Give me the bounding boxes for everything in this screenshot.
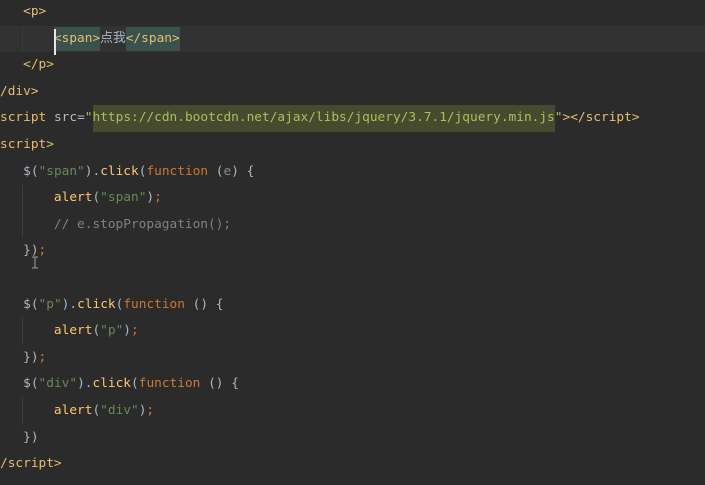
js-punctuation: ( — [92, 190, 101, 206]
attribute-quote: " — [84, 110, 93, 126]
semicolon: ; — [154, 190, 162, 206]
code-line[interactable]: script src = " https://cdn.bootcdn.net/a… — [0, 105, 705, 132]
indent-guide — [22, 398, 24, 425]
function-call: alert — [53, 190, 93, 206]
jquery-dollar: $( — [23, 376, 39, 392]
js-punctuation: ( — [92, 323, 101, 339]
string-literal: "div" — [100, 402, 139, 418]
html-tag: <p> — [23, 4, 47, 19]
parameter: e — [223, 163, 232, 179]
html-tag: script> — [0, 136, 54, 152]
string-literal: "div" — [38, 376, 78, 392]
script-src-url[interactable]: https://cdn.bootcdn.net/ajax/libs/jquery… — [92, 105, 555, 132]
semicolon: ; — [131, 323, 139, 339]
js-punctuation: ). — [61, 296, 78, 312]
keyword-function: function — [138, 376, 201, 392]
js-punctuation: ) — [123, 323, 132, 339]
code-line[interactable]: alert ( "div" ) ; — [0, 398, 705, 425]
string-literal: "p" — [38, 296, 62, 312]
code-line[interactable]: <p> — [0, 0, 705, 26]
jquery-dollar: $( — [23, 296, 39, 312]
html-tag: </p> — [23, 57, 54, 73]
code-line[interactable]: alert ( "p" ) ; — [0, 318, 705, 345]
code-line[interactable]: }) ; — [0, 238, 705, 265]
code-line[interactable]: </p> — [0, 52, 705, 79]
code-comment: // e.stopPropagation(); — [53, 216, 232, 232]
keyword-function: function — [146, 163, 209, 179]
code-line[interactable]: alert ( "span" ) ; — [0, 185, 705, 212]
js-punctuation: ( — [138, 163, 147, 179]
jquery-dollar: $( — [23, 163, 39, 179]
function-call: alert — [53, 402, 93, 418]
html-tag: /div> — [0, 83, 39, 99]
text-cursor-icon — [31, 256, 39, 269]
code-line[interactable]: script> — [0, 132, 705, 159]
js-punctuation: ) — [138, 402, 147, 418]
code-line[interactable]: /div> — [0, 79, 705, 106]
string-literal: "p" — [100, 323, 124, 339]
js-punctuation: () { — [184, 296, 224, 312]
js-punctuation: ( — [208, 163, 224, 179]
indent-guide — [22, 185, 24, 239]
code-line[interactable]: /script> — [0, 451, 705, 478]
code-line[interactable]: $( "div" ). click ( function () { — [0, 371, 705, 398]
html-tag-matched: <span> — [53, 26, 101, 51]
js-punctuation: }) — [23, 349, 39, 365]
js-punctuation: }) — [23, 429, 39, 445]
string-literal: "span" — [38, 163, 85, 179]
semicolon: ; — [146, 402, 155, 418]
code-line[interactable]: // e.stopPropagation(); — [0, 212, 705, 239]
attribute-name: src — [46, 110, 78, 126]
code-editor[interactable]: <p> <span> 点我 </span> </p> /div> script … — [0, 0, 705, 485]
code-line[interactable]: $( "p" ). click ( function () { — [0, 292, 705, 319]
method-name: click — [100, 163, 139, 179]
js-punctuation: ( — [92, 402, 101, 418]
code-line-empty[interactable] — [0, 265, 705, 292]
code-line[interactable]: }) ; — [0, 345, 705, 372]
code-line[interactable]: }) — [0, 425, 705, 452]
attribute-quote: " — [554, 110, 563, 126]
html-tag: ></script> — [562, 110, 640, 126]
js-punctuation: ) — [146, 190, 155, 206]
js-punctuation: ) { — [231, 163, 255, 179]
semicolon: ; — [38, 349, 47, 365]
js-punctuation: ( — [115, 296, 124, 312]
html-tag: script — [0, 110, 47, 126]
keyword-function: function — [123, 296, 185, 312]
js-punctuation: ( — [131, 376, 139, 392]
string-literal: "span" — [100, 190, 147, 206]
html-tag-matched: </span> — [125, 26, 180, 51]
semicolon: ; — [38, 243, 47, 259]
code-line-current[interactable]: <span> 点我 </span> — [0, 25, 705, 56]
js-punctuation: ). — [77, 376, 93, 392]
function-call: alert — [53, 323, 93, 339]
indent-guide — [22, 318, 24, 345]
js-punctuation: ). — [84, 163, 101, 179]
code-content: <p> <span> 点我 </span> </p> /div> script … — [0, 0, 705, 478]
method-name: click — [77, 296, 116, 312]
method-name: click — [92, 376, 132, 392]
indent-guide — [22, 25, 24, 53]
text-caret — [53, 28, 56, 56]
element-text: 点我 — [100, 30, 126, 46]
code-line[interactable]: $( "span" ). click ( function ( e ) { — [0, 159, 705, 186]
html-tag: /script> — [0, 456, 62, 472]
attribute-equals: = — [77, 110, 85, 126]
js-punctuation: () { — [200, 376, 239, 392]
